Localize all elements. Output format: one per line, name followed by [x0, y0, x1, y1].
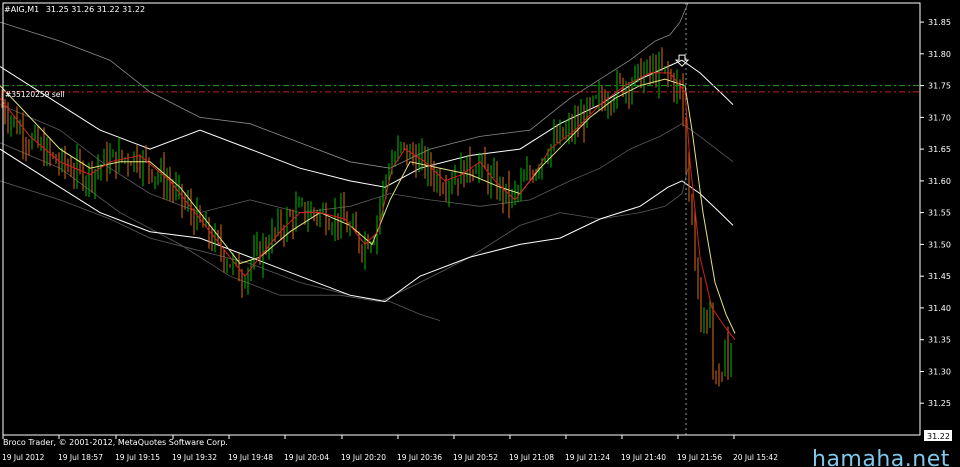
y-tick-label: 31.65 — [928, 145, 951, 154]
x-tick-label: 19 Jul 19:32 — [172, 453, 217, 462]
x-tick-label: 19 Jul 21:56 — [677, 453, 722, 462]
x-tick-label: 19 Jul 20:04 — [284, 453, 329, 462]
x-tick-label: 19 Jul 21:08 — [509, 453, 554, 462]
y-tick-label: 31.40 — [928, 304, 951, 313]
x-tick-label: 19 Jul 18:57 — [58, 453, 103, 462]
symbol-header: #AIG,M1 31.25 31.26 31.22 31.22 — [4, 5, 145, 14]
x-tick-label: 19 Jul 21:24 — [565, 453, 610, 462]
x-tick-label: 20 Jul 15:42 — [733, 453, 778, 462]
symbol-timeframe: #AIG,M1 — [4, 5, 39, 14]
price-chart[interactable]: 31.85 31.80 31.75 31.70 31.65 31.60 31.55 31.50… — [0, 0, 960, 467]
footer-copyright: Broco Trader, © 2001-2012, MetaQuotes So… — [3, 438, 228, 447]
y-tick-label: 31.60 — [928, 177, 951, 186]
x-tick-label: 19 Jul 20:52 — [453, 453, 498, 462]
order-label: #35120259 sell — [5, 90, 65, 99]
y-tick-label: 31.70 — [928, 113, 951, 122]
x-tick-label: 19 Jul 19:15 — [115, 453, 160, 462]
x-tick-label: 19 Jul 21:40 — [621, 453, 666, 462]
y-tick-label: 31.30 — [928, 368, 951, 377]
watermark: hamaha.net — [812, 447, 950, 467]
x-tick-label: 19 Jul 2012 — [2, 453, 45, 462]
y-tick-label: 31.35 — [928, 336, 951, 345]
price-tag: 31.22 — [927, 432, 950, 441]
y-tick-label: 31.55 — [928, 209, 951, 218]
x-tick-label: 19 Jul 19:48 — [228, 453, 273, 462]
y-tick-label: 31.80 — [928, 50, 951, 59]
y-tick-label: 31.45 — [928, 272, 951, 281]
x-tick-label: 19 Jul 20:20 — [341, 453, 386, 462]
chart-background — [0, 0, 960, 467]
y-tick-label: 31.25 — [928, 399, 951, 408]
y-tick-label: 31.85 — [928, 18, 951, 27]
y-tick-label: 31.75 — [928, 82, 951, 91]
ohlc-values: 31.25 31.26 31.22 31.22 — [46, 5, 145, 14]
x-tick-label: 19 Jul 20:36 — [397, 453, 442, 462]
y-tick-label: 31.50 — [928, 240, 951, 249]
